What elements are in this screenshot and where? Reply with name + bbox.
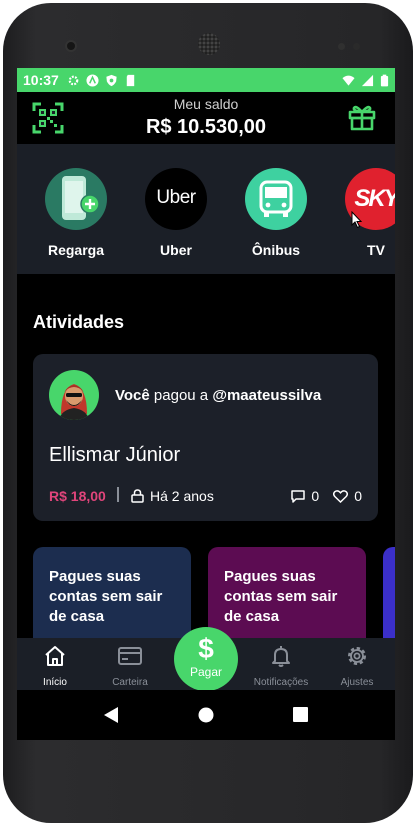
shield-status-icon xyxy=(106,74,117,86)
activity-summary: Você pagou a @maateussilva xyxy=(115,387,321,404)
sky-logo-text: SKY xyxy=(354,185,395,212)
nav-wallet-label: Carteira xyxy=(112,677,148,688)
shortcut-label: Uber xyxy=(160,242,192,258)
uber-logo: Uber xyxy=(145,168,207,230)
nav-settings[interactable]: Ajustes xyxy=(322,644,392,688)
promo-text: Pagues suas contas sem sair de casa xyxy=(224,568,338,625)
gift-icon[interactable] xyxy=(347,102,377,132)
comment-stat[interactable]: 0 xyxy=(291,488,319,504)
promo-card-bills[interactable]: Pagues suas contas sem sair de casa xyxy=(33,547,191,638)
battery-icon xyxy=(380,74,389,86)
activity-stats: 0 0 xyxy=(291,488,362,504)
activity-target[interactable]: @maateussilva xyxy=(212,387,321,404)
shortcut-label: TV xyxy=(367,242,385,258)
nav-home[interactable]: Início xyxy=(20,644,90,688)
shortcut-tv[interactable]: SKY TV xyxy=(331,168,395,258)
shortcut-uber[interactable]: Uber Uber xyxy=(131,168,221,258)
activity-time-text: Há 2 anos xyxy=(150,488,214,504)
promo-text: Pagues suas contas sem sair de casa xyxy=(49,568,163,625)
app-screen: 10:37 Meu saldo R$ 10.530,00 Regarga Ube… xyxy=(17,68,395,740)
balance-value: R$ 10.530,00 xyxy=(145,116,267,138)
comment-count: 0 xyxy=(311,488,320,504)
back-icon[interactable] xyxy=(103,706,119,724)
activity-actor: Você xyxy=(115,387,150,404)
lock-icon xyxy=(131,489,144,503)
avatar xyxy=(49,370,99,420)
bottom-navigation: Início Carteira $ Pagar Notificações Aju… xyxy=(17,627,395,691)
settings-status-icon xyxy=(68,75,79,85)
gear-icon xyxy=(348,647,366,665)
sd-card-status-icon xyxy=(126,74,135,86)
balance-header: Meu saldo R$ 10.530,00 xyxy=(17,92,395,144)
shortcut-label: Regarga xyxy=(47,242,105,258)
recents-icon[interactable] xyxy=(293,707,308,722)
activity-card[interactable]: Você pagou a @maateussilva Ellismar Júni… xyxy=(33,354,378,521)
android-status-icon xyxy=(86,73,99,87)
status-time: 10:37 xyxy=(23,72,59,88)
shortcut-bus[interactable]: Ônibus xyxy=(231,168,321,258)
pay-button-label: Pagar xyxy=(189,665,223,679)
proximity-sensor xyxy=(338,43,345,50)
bus-icon xyxy=(245,168,307,230)
nav-notifications-label: Notificações xyxy=(253,677,309,688)
activities-title: Atividades xyxy=(33,312,125,332)
wifi-icon xyxy=(342,75,355,86)
shortcut-label: Ônibus xyxy=(251,242,301,258)
activity-description: Ellismar Júnior xyxy=(49,444,181,466)
activity-verb: pagou a xyxy=(153,387,209,404)
divider xyxy=(117,487,119,502)
front-camera xyxy=(65,40,77,52)
shortcuts-carousel[interactable]: Regarga Uber Uber Ônibus SKY TV xyxy=(17,144,395,274)
bell-icon xyxy=(272,646,290,667)
home-icon xyxy=(45,646,65,666)
comment-icon xyxy=(291,489,306,503)
light-sensor xyxy=(353,43,360,50)
signal-icon xyxy=(361,74,374,86)
activity-time: Há 2 anos xyxy=(131,488,214,504)
activities-section[interactable]: Atividades Você pagou a @maateussilva El… xyxy=(17,274,395,638)
shortcut-recharge[interactable]: Regarga xyxy=(31,168,121,258)
wallet-icon xyxy=(118,647,142,665)
like-count: 0 xyxy=(354,488,362,504)
status-bar: 10:37 xyxy=(17,68,395,92)
nav-settings-label: Ajustes xyxy=(340,677,374,688)
nav-wallet[interactable]: Carteira xyxy=(95,644,165,688)
nav-notifications[interactable]: Notificações xyxy=(246,644,316,688)
dollar-icon: $ xyxy=(198,633,214,664)
promo-card-partial[interactable] xyxy=(383,547,395,638)
pay-button[interactable]: $ Pagar xyxy=(174,627,238,691)
like-stat[interactable]: 0 xyxy=(333,488,362,504)
home-circle-icon[interactable] xyxy=(198,707,214,723)
system-navigation-bar xyxy=(17,690,395,740)
nav-home-label: Início xyxy=(43,677,67,688)
earpiece-speaker xyxy=(198,33,220,55)
uber-logo-text: Uber xyxy=(156,187,196,208)
balance-label: Meu saldo xyxy=(173,96,239,112)
activity-amount: R$ 18,00 xyxy=(49,488,106,504)
heart-icon xyxy=(333,489,349,503)
phone-recharge-icon xyxy=(45,168,107,230)
mouse-cursor-icon xyxy=(351,211,363,229)
promo-card-bills-2[interactable]: Pagues suas contas sem sair de casa xyxy=(208,547,366,638)
